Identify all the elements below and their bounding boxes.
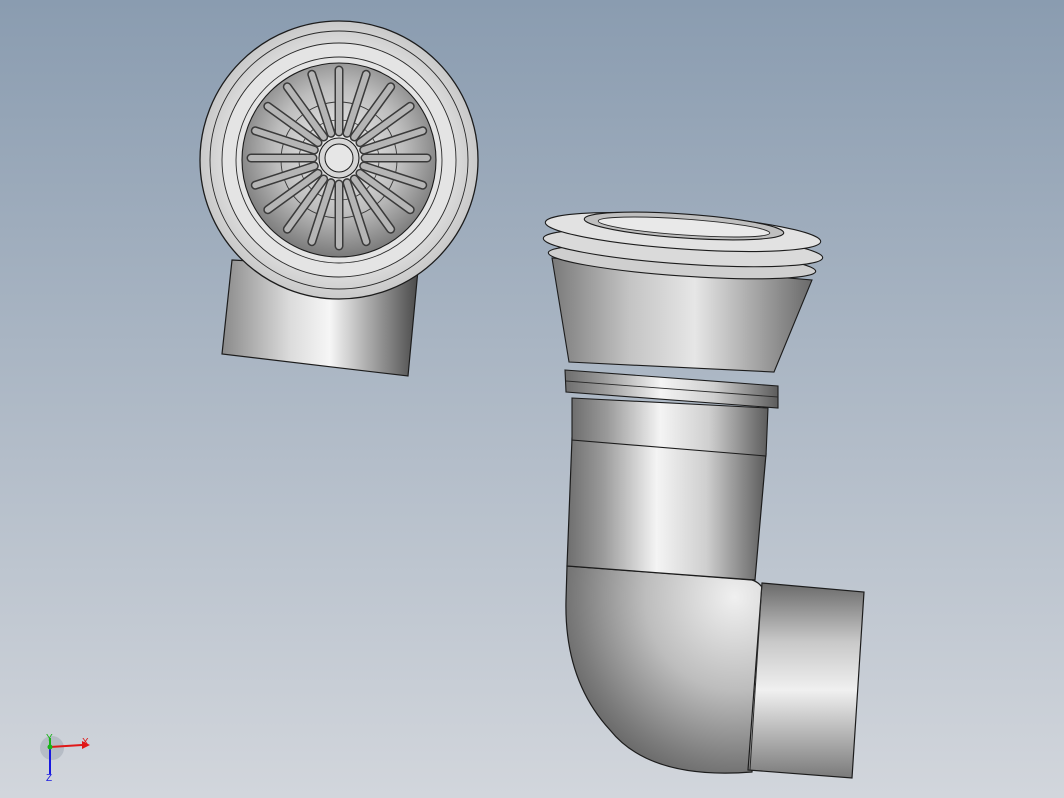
triad-origin xyxy=(47,744,53,750)
orientation-triad: X Y Z xyxy=(38,732,98,788)
x-axis-label: X xyxy=(82,737,89,748)
elbow-vertical-pipe[interactable] xyxy=(566,437,767,581)
elbow-outlet-pipe[interactable] xyxy=(747,582,865,779)
cad-graphics-viewport[interactable]: X Y Z xyxy=(0,0,1064,798)
y-axis-label: Y xyxy=(46,733,53,744)
viewport-background xyxy=(0,0,1064,798)
drain-cover-hub-bore xyxy=(324,143,354,173)
z-axis-label: Z xyxy=(46,773,53,784)
model-scene[interactable] xyxy=(0,0,1064,798)
